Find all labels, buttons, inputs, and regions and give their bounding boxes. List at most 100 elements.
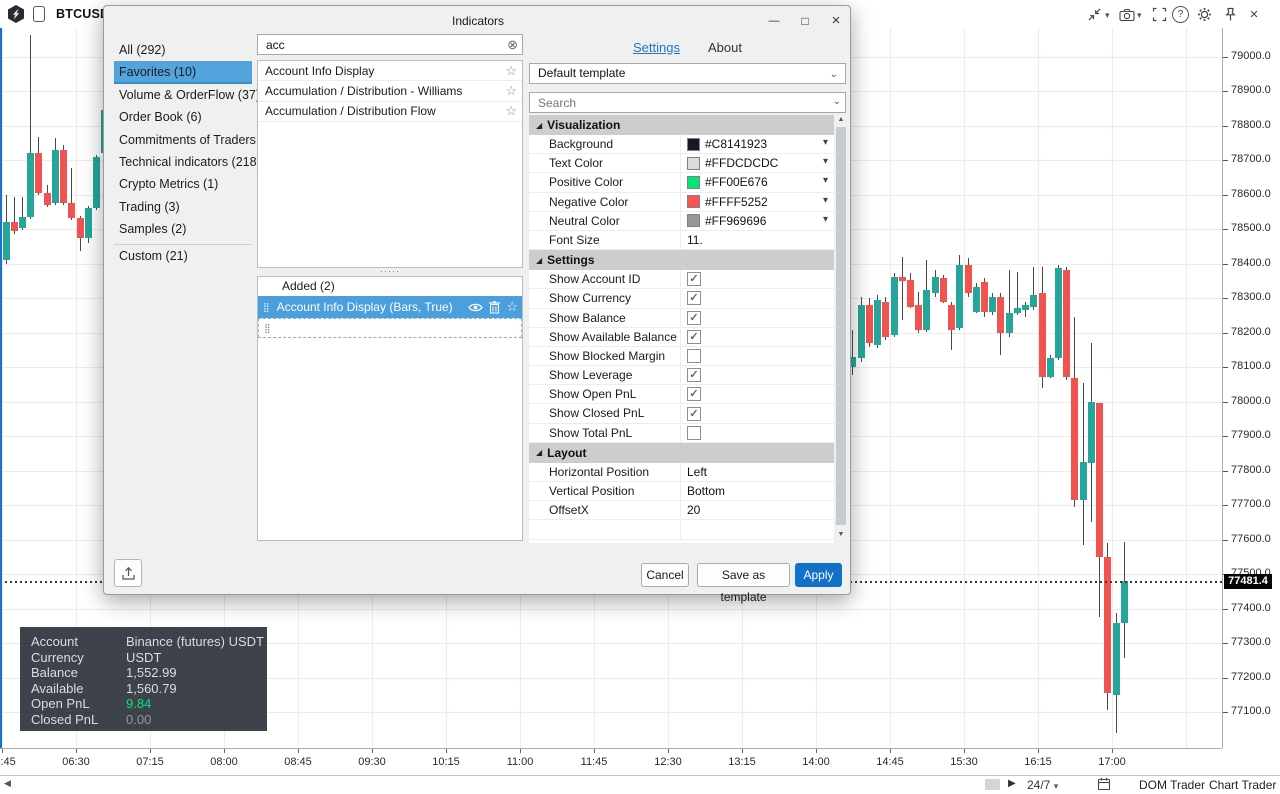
list-splitter-handle[interactable]: ····· — [257, 268, 523, 276]
settings-gear-icon[interactable] — [1195, 6, 1213, 23]
property-row[interactable]: Positive Color#FF00E676▾ — [529, 173, 834, 192]
minimize-button[interactable]: — — [759, 10, 789, 32]
calendar-icon[interactable] — [1097, 777, 1111, 794]
property-row[interactable]: Show Available Balance✓ — [529, 328, 834, 347]
category-item[interactable]: Trading (3) — [114, 196, 252, 218]
property-row[interactable]: Background#C8141923▾ — [529, 135, 834, 154]
indicator-search-input[interactable] — [257, 34, 523, 55]
dropdown-caret-icon[interactable]: ▾ — [823, 195, 828, 206]
category-item[interactable]: All (292) — [114, 39, 252, 61]
checkbox[interactable]: ✓ — [687, 387, 701, 401]
section-header[interactable]: ◢Layout — [529, 443, 834, 463]
checkbox[interactable]: ✓ — [687, 368, 701, 382]
property-row[interactable] — [529, 520, 834, 539]
property-row[interactable]: Horizontal PositionLeft — [529, 463, 834, 482]
property-row[interactable]: Show Currency✓ — [529, 289, 834, 308]
screenshot-icon[interactable] — [1118, 6, 1136, 23]
export-template-button[interactable] — [114, 559, 142, 587]
category-item[interactable]: Order Book (6) — [114, 106, 252, 128]
time-axis[interactable]: 05:4506:3007:1508:0008:4509:3010:1511:00… — [0, 748, 1222, 776]
delete-trash-icon[interactable] — [489, 301, 500, 314]
property-row[interactable]: Vertical PositionBottom — [529, 482, 834, 501]
property-grid-scrollbar[interactable]: ▲ ▼ — [835, 113, 847, 541]
scroll-down-icon[interactable]: ▼ — [835, 528, 847, 541]
category-item[interactable]: Samples (2) — [114, 218, 252, 240]
color-swatch[interactable] — [687, 176, 700, 189]
account-info-overlay[interactable]: AccountBinance (futures) USDTCurrencyUSD… — [20, 627, 267, 731]
property-search-input[interactable] — [529, 92, 846, 113]
indicator-result-row[interactable]: Accumulation / Distribution - Williams☆ — [258, 81, 522, 101]
scrollbar-thumb[interactable] — [985, 779, 1000, 790]
property-row[interactable]: Show Total PnL — [529, 424, 834, 443]
category-item[interactable]: Custom (21) — [114, 244, 252, 267]
visibility-eye-icon[interactable] — [468, 302, 483, 313]
property-row[interactable]: Show Blocked Margin — [529, 347, 834, 366]
checkbox[interactable]: ✓ — [687, 272, 701, 286]
checkbox[interactable] — [687, 426, 701, 440]
session-selector[interactable]: 24/7 ▾ — [1027, 778, 1058, 792]
favorite-star-icon[interactable]: ☆ — [505, 103, 517, 119]
pin-icon[interactable] — [1221, 6, 1239, 23]
dropdown-caret-icon[interactable]: ▾ — [823, 175, 828, 186]
property-row[interactable]: Show Account ID✓ — [529, 270, 834, 289]
play-forward-icon[interactable]: ▶ — [1008, 778, 1016, 789]
checkbox[interactable]: ✓ — [687, 291, 701, 305]
dropdown-caret-icon[interactable]: ▾ — [823, 156, 828, 167]
category-item[interactable]: Volume & OrderFlow (37) — [114, 84, 252, 106]
property-row[interactable]: Show Closed PnL✓ — [529, 404, 834, 423]
favorite-star-icon[interactable]: ☆ — [506, 299, 518, 315]
clear-search-icon[interactable]: ⊗ — [507, 37, 518, 53]
section-header[interactable]: ◢Settings — [529, 250, 834, 270]
property-row[interactable]: Show Open PnL✓ — [529, 385, 834, 404]
scroll-left-icon[interactable]: ◀ — [4, 778, 11, 789]
save-as-template-button[interactable]: Save as template — [697, 563, 790, 587]
category-item[interactable]: Technical indicators (218) — [114, 151, 252, 173]
dropdown-caret-icon[interactable]: ▾ — [823, 214, 828, 225]
section-header[interactable]: ◢Visualization — [529, 115, 834, 135]
drag-handle-icon[interactable]: ⣿ — [263, 302, 270, 312]
template-select[interactable]: Default template ⌄ — [529, 63, 846, 84]
property-row[interactable]: Font Size11. — [529, 231, 834, 250]
dropdown-caret-icon[interactable]: ▾ — [823, 137, 828, 148]
panel-resize-caret-icon[interactable]: ▾ — [1105, 10, 1110, 21]
category-item[interactable]: Favorites (10) — [114, 61, 252, 83]
property-row[interactable]: OffsetX20 — [529, 501, 834, 520]
tab-about[interactable]: About — [708, 40, 742, 55]
scrollbar-thumb[interactable] — [836, 127, 846, 525]
property-row[interactable]: Negative Color#FFFF5252▾ — [529, 193, 834, 212]
property-row[interactable]: Text Color#FFDCDCDC▾ — [529, 154, 834, 173]
checkbox[interactable]: ✓ — [687, 311, 701, 325]
dialog-close-button[interactable]: × — [821, 10, 851, 32]
property-row[interactable]: Show Leverage✓ — [529, 366, 834, 385]
dom-trader-button[interactable]: DOM Trader — [1139, 778, 1205, 792]
indicator-result-row[interactable]: Account Info Display☆ — [258, 61, 522, 81]
indicators-dialog[interactable]: Indicators — □ × All (292)Favorites (10)… — [103, 5, 851, 595]
color-swatch[interactable] — [687, 195, 700, 208]
checkbox[interactable]: ✓ — [687, 407, 701, 421]
chart-tab-icon[interactable] — [33, 6, 45, 22]
tab-settings[interactable]: Settings — [633, 40, 680, 55]
added-indicator-row[interactable]: ⣿ — [258, 318, 522, 338]
scroll-up-icon[interactable]: ▲ — [835, 113, 847, 126]
indicator-result-row[interactable]: Accumulation / Distribution Flow☆ — [258, 102, 522, 122]
cancel-button[interactable]: Cancel — [641, 563, 689, 587]
checkbox[interactable]: ✓ — [687, 330, 701, 344]
color-swatch[interactable] — [687, 138, 700, 151]
category-item[interactable]: Commitments of Traders (4) — [114, 129, 252, 151]
chart-trader-button[interactable]: Chart Trader — [1209, 778, 1276, 792]
price-axis[interactable]: 79000.078900.078800.078700.078600.078500… — [1222, 28, 1280, 748]
checkbox[interactable] — [687, 349, 701, 363]
added-indicator-row[interactable]: ⣿Account Info Display (Bars, True)☆ — [258, 296, 522, 318]
help-icon[interactable]: ? — [1172, 6, 1189, 23]
color-swatch[interactable] — [687, 157, 700, 170]
drag-handle-icon[interactable]: ⣿ — [264, 323, 271, 333]
category-item[interactable]: Crypto Metrics (1) — [114, 173, 252, 195]
favorite-star-icon[interactable]: ☆ — [505, 63, 517, 79]
screenshot-caret-icon[interactable]: ▾ — [1137, 10, 1142, 21]
favorite-star-icon[interactable]: ☆ — [505, 83, 517, 99]
property-row[interactable]: Neutral Color#FF969696▾ — [529, 212, 834, 231]
panel-resize-icon[interactable] — [1085, 6, 1103, 23]
maximize-button[interactable]: □ — [790, 10, 820, 32]
close-icon[interactable]: × — [1245, 6, 1263, 23]
apply-button[interactable]: Apply — [795, 563, 842, 587]
